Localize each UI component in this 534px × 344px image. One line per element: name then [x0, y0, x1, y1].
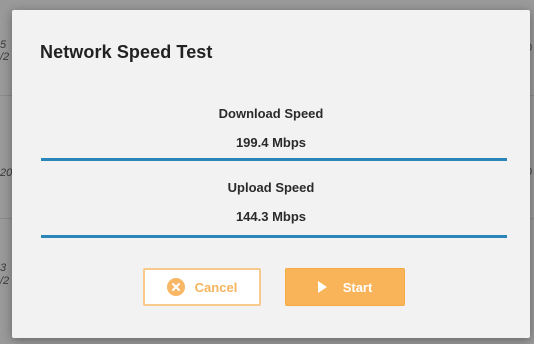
download-progress-bar	[41, 158, 507, 161]
background-text: /2	[0, 52, 10, 62]
close-circle-icon	[166, 278, 185, 296]
speed-test-dialog: Network Speed Test Download Speed 199.4 …	[12, 10, 530, 338]
download-progress-fill	[41, 158, 507, 161]
background-text: 3	[0, 263, 7, 273]
upload-progress-fill	[41, 235, 507, 238]
dialog-title: Network Speed Test	[40, 42, 213, 62]
start-button-label: Start	[342, 279, 373, 295]
background-text: 20	[0, 168, 12, 178]
background-text: /2	[0, 276, 10, 286]
cancel-button-label: Cancel	[194, 279, 238, 295]
background-text: 5	[0, 40, 7, 50]
play-icon	[317, 281, 327, 293]
upload-speed-label: Upload Speed	[227, 180, 315, 195]
cancel-button[interactable]: Cancel	[143, 268, 261, 306]
download-speed-label: Download Speed	[218, 106, 324, 121]
upload-speed-value: 144.3 Mbps	[235, 209, 307, 224]
upload-progress-bar	[41, 235, 507, 238]
start-button[interactable]: Start	[285, 268, 405, 306]
download-speed-value: 199.4 Mbps	[235, 135, 307, 150]
